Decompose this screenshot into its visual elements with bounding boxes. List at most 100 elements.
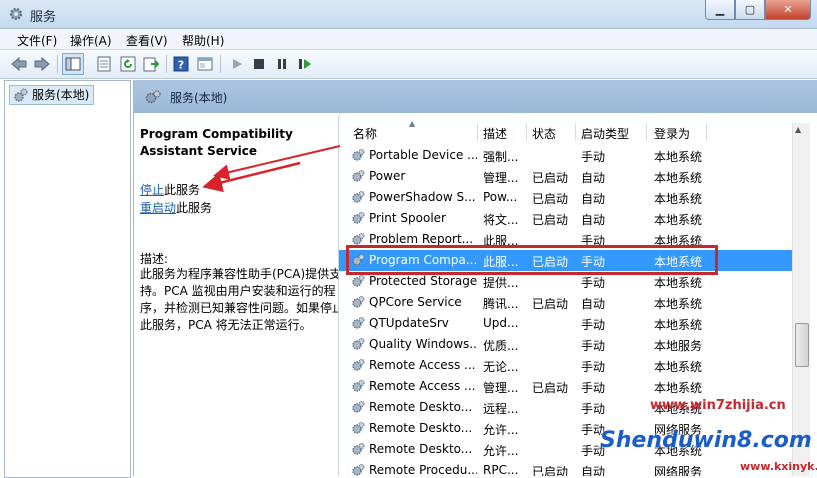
minimize-button[interactable]: ▁ bbox=[705, 0, 735, 20]
column-separator[interactable] bbox=[706, 123, 707, 141]
cell-description: 腾讯... bbox=[483, 297, 519, 311]
table-row[interactable]: Remote Procedu... RPC... 已启动 自动 网络服务 bbox=[339, 460, 793, 476]
maximize-button[interactable]: ▢ bbox=[735, 0, 765, 20]
service-list: ▲ 名称 描述 状态 启动类型 登录为 Portable Device ... 强… bbox=[338, 113, 811, 476]
cell-startup-type: 自动 bbox=[581, 213, 606, 227]
cell-status: 已启动 bbox=[532, 171, 569, 185]
column-header-startup-type[interactable]: 启动类型 bbox=[581, 125, 629, 142]
table-row[interactable]: QTUpdateSrv Upd... 手动 本地系统 bbox=[339, 313, 793, 334]
table-row[interactable]: Power 管理... 已启动 自动 本地系统 bbox=[339, 166, 793, 187]
tree-item-label: 服务(本地) bbox=[32, 88, 90, 102]
forward-icon[interactable] bbox=[33, 55, 51, 73]
table-row[interactable]: PowerShadow S... Pow... 已启动 自动 本地系统 bbox=[339, 187, 793, 208]
help-icon[interactable]: ? bbox=[172, 55, 190, 73]
table-row[interactable]: Print Spooler 将文... 已启动 自动 本地系统 bbox=[339, 208, 793, 229]
table-row[interactable]: Quality Windows... 优质... 手动 本地服务 bbox=[339, 334, 793, 355]
menu-file[interactable]: 文件(F) bbox=[17, 32, 57, 49]
table-row-selected[interactable]: Program Compa... 此服... 已启动 手动 本地系统 bbox=[339, 250, 793, 271]
properties-icon[interactable] bbox=[95, 55, 113, 73]
table-row[interactable]: Remote Access ... 无论... 手动 本地系统 bbox=[339, 355, 793, 376]
menu-action[interactable]: 操作(A) bbox=[70, 32, 112, 49]
cell-name: Remote Deskto... bbox=[369, 421, 473, 435]
service-title: Program Compatibility Assistant Service bbox=[140, 127, 293, 158]
cell-logon-as: 网络服务 bbox=[654, 465, 703, 476]
cell-description: 此服... bbox=[483, 234, 519, 248]
cell-description: 允许... bbox=[483, 444, 519, 458]
cell-startup-type: 自动 bbox=[581, 465, 606, 476]
gear-icon bbox=[145, 90, 161, 104]
gear-icon bbox=[352, 358, 365, 371]
svg-text:?: ? bbox=[178, 59, 184, 72]
gear-icon bbox=[352, 400, 365, 413]
stop-service-icon[interactable] bbox=[250, 55, 268, 73]
column-separator[interactable] bbox=[575, 123, 576, 141]
list-header: ▲ 名称 描述 状态 启动类型 登录为 bbox=[339, 119, 793, 143]
console-icon[interactable] bbox=[196, 55, 214, 73]
cell-status: 已启动 bbox=[532, 213, 569, 227]
toolbar-separator bbox=[166, 55, 167, 73]
scroll-up-icon[interactable]: ▲ bbox=[795, 125, 801, 134]
cell-name: Remote Deskto... bbox=[369, 400, 473, 414]
gear-icon bbox=[352, 232, 365, 245]
export-list-icon[interactable] bbox=[142, 55, 160, 73]
start-service-icon[interactable] bbox=[228, 55, 246, 73]
toolbar-separator bbox=[220, 55, 221, 73]
cell-status: 已启动 bbox=[532, 255, 569, 269]
gear-icon bbox=[10, 8, 22, 20]
cell-name: QPCore Service bbox=[369, 295, 462, 309]
vertical-scrollbar[interactable]: ▲ bbox=[792, 123, 810, 476]
cell-name: Program Compa... bbox=[369, 253, 477, 267]
cell-description: 无论... bbox=[483, 360, 519, 374]
table-row[interactable]: QPCore Service 腾讯... 已启动 自动 本地系统 bbox=[339, 292, 793, 313]
column-separator[interactable] bbox=[646, 123, 647, 141]
column-header-description[interactable]: 描述 bbox=[483, 125, 507, 142]
column-header-status[interactable]: 状态 bbox=[532, 125, 556, 142]
refresh-icon[interactable] bbox=[119, 55, 137, 73]
show-tree-icon[interactable] bbox=[62, 53, 84, 75]
cell-name: Print Spooler bbox=[369, 211, 446, 225]
cell-logon-as: 本地系统 bbox=[654, 234, 703, 248]
cell-startup-type: 手动 bbox=[581, 150, 606, 164]
cell-description: 提供... bbox=[483, 276, 519, 290]
gear-icon bbox=[352, 169, 365, 182]
cell-description: 允许... bbox=[483, 423, 519, 437]
cell-logon-as: 本地系统 bbox=[654, 276, 703, 290]
gear-icon bbox=[352, 337, 365, 350]
cell-name: Power bbox=[369, 169, 406, 183]
restart-service-link[interactable]: 重启动 bbox=[140, 201, 176, 215]
back-icon[interactable] bbox=[10, 55, 28, 73]
description-label: 描述: bbox=[140, 252, 169, 266]
table-row[interactable]: Portable Device ... 强制... 手动 本地系统 bbox=[339, 145, 793, 166]
restart-service-icon[interactable] bbox=[296, 55, 314, 73]
cell-startup-type: 手动 bbox=[581, 234, 606, 248]
cell-name: Problem Report... bbox=[369, 232, 474, 246]
stop-service-link[interactable]: 停止 bbox=[140, 183, 164, 197]
tree-item-services-local[interactable]: 服务(本地) bbox=[9, 85, 95, 105]
gear-icon bbox=[352, 274, 365, 287]
cell-startup-type: 自动 bbox=[581, 297, 606, 311]
cell-startup-type: 手动 bbox=[581, 318, 606, 332]
menu-help[interactable]: 帮助(H) bbox=[182, 32, 224, 49]
cell-logon-as: 本地系统 bbox=[654, 381, 703, 395]
toolbar: ? bbox=[0, 50, 817, 79]
pause-service-icon[interactable] bbox=[273, 55, 291, 73]
table-row[interactable]: Protected Storage 提供... 手动 本地系统 bbox=[339, 271, 793, 292]
sort-ascending-icon: ▲ bbox=[409, 119, 416, 128]
gear-icon bbox=[352, 148, 365, 161]
table-row[interactable]: Remote Access ... 管理... 已启动 手动 本地系统 bbox=[339, 376, 793, 397]
cell-logon-as: 本地系统 bbox=[654, 297, 703, 311]
cell-logon-as: 本地系统 bbox=[654, 192, 703, 206]
table-row[interactable]: Problem Report... 此服... 手动 本地系统 bbox=[339, 229, 793, 250]
column-separator[interactable] bbox=[477, 123, 478, 141]
cell-startup-type: 手动 bbox=[581, 255, 606, 269]
cell-description: Pow... bbox=[483, 190, 518, 204]
column-header-name[interactable]: 名称 bbox=[353, 125, 377, 142]
menu-view[interactable]: 查看(V) bbox=[126, 32, 168, 49]
close-button[interactable]: ✕ bbox=[765, 0, 811, 20]
scrollbar-thumb[interactable] bbox=[795, 323, 809, 367]
gear-icon bbox=[352, 253, 365, 266]
menu-bar: 文件(F) 操作(A) 查看(V) 帮助(H) bbox=[0, 29, 817, 50]
column-separator[interactable] bbox=[526, 123, 527, 141]
column-header-logon-as[interactable]: 登录为 bbox=[654, 125, 690, 142]
cell-name: Remote Access ... bbox=[369, 379, 476, 393]
